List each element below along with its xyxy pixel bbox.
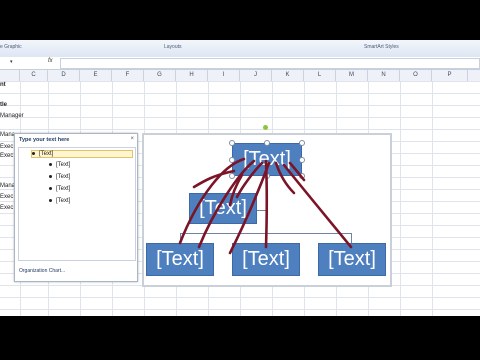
organization-chart-link[interactable]: Organization Chart...	[19, 268, 65, 274]
column-header[interactable]: M	[336, 70, 368, 81]
text-pane-list: [Text] [Text] [Text] [Text] [Text]	[18, 147, 136, 261]
smartart-text-pane: Type your text here × [Text] [Text] [Tex…	[14, 133, 138, 282]
cell-text[interactable]: Mana	[0, 183, 15, 189]
column-header[interactable]: F	[112, 70, 144, 81]
text-pane-item[interactable]: [Text]	[49, 186, 70, 192]
text-pane-title: Type your text here	[19, 137, 70, 143]
item-label: [Text]	[39, 151, 54, 157]
column-header[interactable]: O	[400, 70, 432, 81]
item-label: [Text]	[56, 174, 71, 180]
item-label: [Text]	[56, 198, 71, 204]
chevron-down-icon[interactable]: ▾	[10, 58, 13, 67]
ribbon-group-labels: e Graphic Layouts SmartArt Styles	[0, 40, 480, 58]
column-header[interactable]: I	[208, 70, 240, 81]
grid-line	[432, 81, 433, 316]
cell-text[interactable]: tle	[0, 102, 7, 108]
item-label: [Text]	[56, 162, 71, 168]
cell-text[interactable]: Exec	[0, 194, 13, 200]
scribble-stroke	[192, 169, 236, 189]
formula-input[interactable]	[60, 58, 480, 69]
bullet-icon	[49, 186, 52, 190]
column-header[interactable]: D	[48, 70, 80, 81]
column-header[interactable]: N	[368, 70, 400, 81]
column-header[interactable]: J	[240, 70, 272, 81]
text-pane-item[interactable]: [Text]	[49, 162, 70, 168]
text-pane-item[interactable]: [Text]	[31, 150, 133, 158]
close-icon[interactable]: ×	[130, 136, 134, 142]
text-pane-item[interactable]: [Text]	[49, 174, 70, 180]
bullet-icon	[49, 174, 52, 178]
cell-text[interactable]: Exec	[0, 144, 13, 150]
annotation-scribble	[178, 157, 353, 255]
column-header[interactable]: G	[144, 70, 176, 81]
grid-line	[400, 81, 401, 316]
bullet-icon	[32, 151, 35, 155]
cell-text[interactable]: nt	[0, 82, 6, 88]
column-header[interactable]: E	[80, 70, 112, 81]
column-header[interactable]: H	[176, 70, 208, 81]
item-label: [Text]	[56, 186, 71, 192]
column-header[interactable]: C	[20, 70, 48, 81]
column-header-corner[interactable]	[0, 70, 20, 81]
ribbon-group-layouts[interactable]: Layouts	[164, 44, 182, 50]
bullet-icon	[49, 162, 52, 166]
cell-text[interactable]: Mana	[0, 132, 15, 138]
function-icon[interactable]: fx	[48, 58, 53, 64]
column-header[interactable]: L	[304, 70, 336, 81]
column-header[interactable]: P	[432, 70, 468, 81]
cell-text[interactable]: Manager	[0, 113, 24, 119]
scribble-stroke	[288, 161, 306, 182]
name-box[interactable]: ▾	[0, 58, 16, 67]
column-header[interactable]: K	[272, 70, 304, 81]
scribble-stroke	[264, 159, 269, 249]
cell-text[interactable]: Exec	[0, 153, 13, 159]
bullet-icon	[49, 198, 52, 202]
excel-window: e Graphic Layouts SmartArt Styles ▾ fx C…	[0, 40, 480, 316]
ribbon-group-create-graphic[interactable]: e Graphic	[0, 44, 22, 50]
text-pane-item[interactable]: [Text]	[49, 198, 70, 204]
formula-bar: ▾ fx	[0, 57, 480, 70]
ribbon-group-smartart-styles[interactable]: SmartArt Styles	[364, 44, 399, 50]
scribble-stroke	[282, 163, 353, 249]
rotate-handle[interactable]	[263, 125, 268, 130]
smartart-canvas[interactable]: [Text] [Text] [Text] [Text] [Text]	[142, 125, 392, 287]
cell-text[interactable]: Exec	[0, 205, 13, 211]
